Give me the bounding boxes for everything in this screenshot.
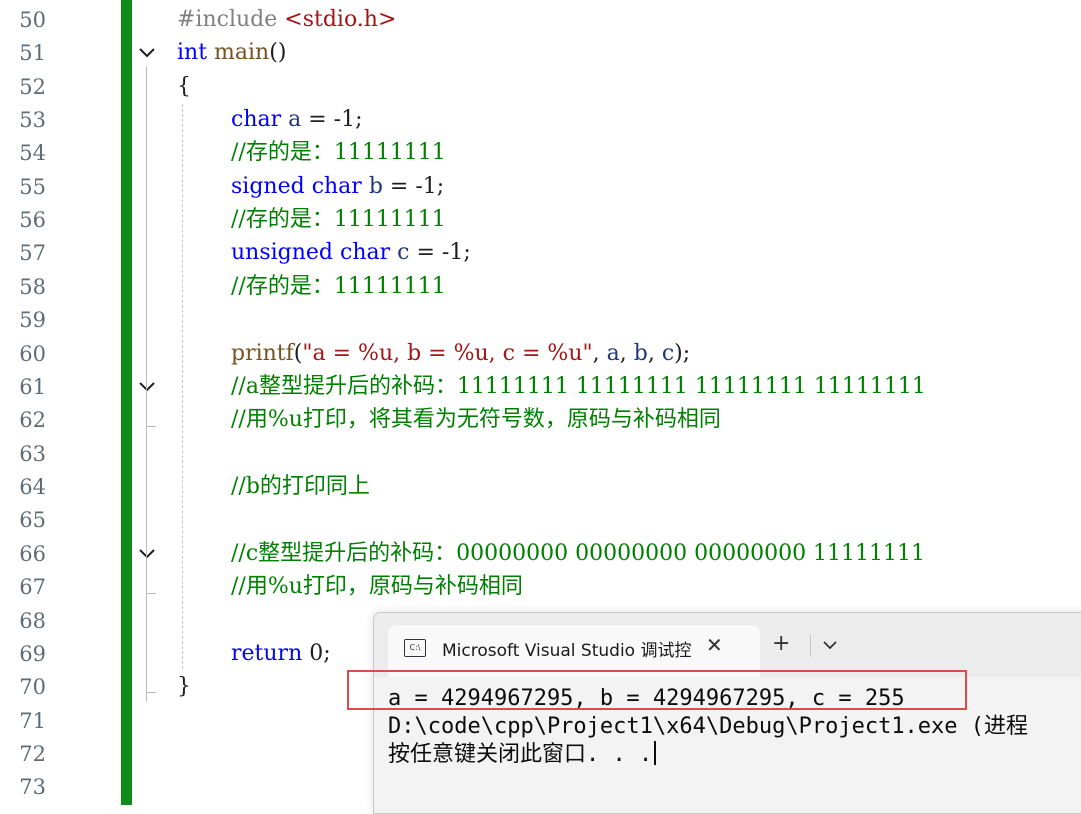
debug-console-window[interactable]: C:\ Microsoft Visual Studio 调试控 ✕ + a = …	[373, 612, 1081, 814]
tab-divider	[810, 635, 811, 657]
keyword: return	[231, 641, 303, 666]
console-prompt-text: 按任意键关闭此窗口. . .	[388, 742, 653, 767]
expression: = -1;	[301, 107, 363, 132]
function-name: main	[214, 40, 270, 65]
line-number: 59	[19, 308, 46, 332]
code-line-62[interactable]: //用%u打印，将其看为无符号数，原码与补码相同	[231, 403, 721, 436]
line-number: 68	[19, 609, 46, 633]
expression: = -1;	[409, 240, 471, 265]
function-name: printf	[231, 341, 294, 366]
line-number: 63	[19, 442, 46, 466]
expression: 0;	[302, 641, 331, 666]
console-tab-title: Microsoft Visual Studio 调试控	[442, 641, 692, 661]
line-number: 56	[19, 208, 46, 232]
line-number: 58	[19, 275, 46, 299]
line-number: 66	[19, 542, 46, 566]
keyword: int	[177, 40, 208, 65]
chevron-down-icon[interactable]	[820, 635, 840, 655]
outline-guide	[146, 66, 147, 702]
outline-guide-end	[146, 692, 156, 693]
punctuation: ,	[647, 341, 662, 366]
console-tab-bar: C:\ Microsoft Visual Studio 调试控 ✕ +	[374, 613, 1081, 677]
line-number: 57	[19, 241, 46, 265]
line-number: 67	[19, 575, 46, 599]
preprocessor-directive: #include	[177, 7, 285, 32]
code-line-56[interactable]: //存的是：11111111	[231, 203, 446, 236]
line-number: 52	[19, 75, 46, 99]
line-number: 60	[19, 342, 46, 366]
punctuation: ,	[619, 341, 634, 366]
keyword: signed	[231, 174, 305, 199]
include-target: <stdio.h>	[284, 7, 397, 32]
code-line-50[interactable]: #include <stdio.h>	[177, 3, 396, 36]
code-line-69[interactable]: return 0;	[231, 637, 331, 670]
identifier: a	[606, 341, 620, 366]
keyword: char	[340, 240, 391, 265]
code-line-66[interactable]: //c整型提升后的补码：00000000 00000000 00000000 1…	[231, 537, 925, 570]
identifier: a	[288, 107, 302, 132]
code-line-51[interactable]: int main()	[177, 36, 286, 69]
identifier: b	[368, 174, 383, 199]
line-number: 62	[19, 408, 46, 432]
chevron-down-icon[interactable]	[137, 43, 157, 63]
terminal-icon: C:\	[404, 639, 426, 657]
highlight-annotation	[347, 670, 967, 710]
console-output-line: 按任意键关闭此窗口. . .	[388, 741, 656, 769]
line-number: 53	[19, 108, 46, 132]
line-number: 73	[19, 775, 46, 799]
code-line-54[interactable]: //存的是：11111111	[231, 136, 446, 169]
code-line-70[interactable]: }	[177, 670, 191, 703]
outline-guide-end	[146, 593, 156, 594]
line-number: 54	[19, 141, 46, 165]
code-line-61[interactable]: //a整型提升后的补码：11111111 11111111 11111111 1…	[231, 370, 926, 403]
console-output-line: D:\code\cpp\Project1\x64\Debug\Project1.…	[388, 714, 1029, 739]
line-number: 71	[19, 709, 46, 733]
punctuation: );	[674, 341, 691, 366]
line-number-gutter: 50 51 52 53 54 55 56 57 58 59 60 61 62 6…	[0, 0, 60, 805]
line-number: 70	[19, 675, 46, 699]
indent-guide	[182, 104, 183, 669]
line-number: 55	[19, 175, 46, 199]
outline-guide-end	[146, 426, 156, 427]
keyword: unsigned	[231, 240, 334, 265]
new-tab-button[interactable]: +	[772, 631, 790, 656]
line-number: 64	[19, 475, 46, 499]
string-literal: "a = %u, b = %u, c = %u"	[302, 341, 593, 366]
keyword: char	[311, 174, 362, 199]
code-line-55[interactable]: signed char b = -1;	[231, 170, 444, 203]
brace-close: }	[177, 674, 191, 699]
code-line-57[interactable]: unsigned char c = -1;	[231, 236, 471, 269]
line-number: 51	[19, 41, 46, 65]
expression: = -1;	[382, 174, 445, 199]
code-line-52[interactable]: {	[177, 70, 191, 103]
code-line-58[interactable]: //存的是：11111111	[231, 270, 446, 303]
identifier: b	[633, 341, 648, 366]
line-number: 72	[19, 742, 46, 766]
code-line-53[interactable]: char a = -1;	[231, 103, 363, 136]
brace-open: {	[177, 74, 191, 99]
identifier: c	[661, 341, 675, 366]
text-cursor	[654, 741, 656, 765]
line-number: 61	[19, 375, 46, 399]
line-number: 50	[19, 8, 46, 32]
outline-guide	[146, 567, 147, 603]
line-number: 65	[19, 508, 46, 532]
code-line-60[interactable]: printf("a = %u, b = %u, c = %u", a, b, c…	[231, 337, 690, 370]
code-line-64[interactable]: //b的打印同上	[231, 470, 370, 503]
punctuation: ()	[269, 40, 287, 65]
line-number: 69	[19, 642, 46, 666]
code-line-67[interactable]: //用%u打印，原码与补码相同	[231, 570, 523, 603]
identifier: c	[397, 240, 410, 265]
punctuation: ,	[592, 341, 607, 366]
change-tracking-bar	[121, 0, 132, 805]
close-icon[interactable]: ✕	[706, 633, 723, 657]
chevron-down-icon[interactable]	[137, 544, 157, 564]
keyword: char	[231, 107, 282, 132]
chevron-down-icon[interactable]	[137, 377, 157, 397]
outline-guide	[146, 400, 147, 436]
